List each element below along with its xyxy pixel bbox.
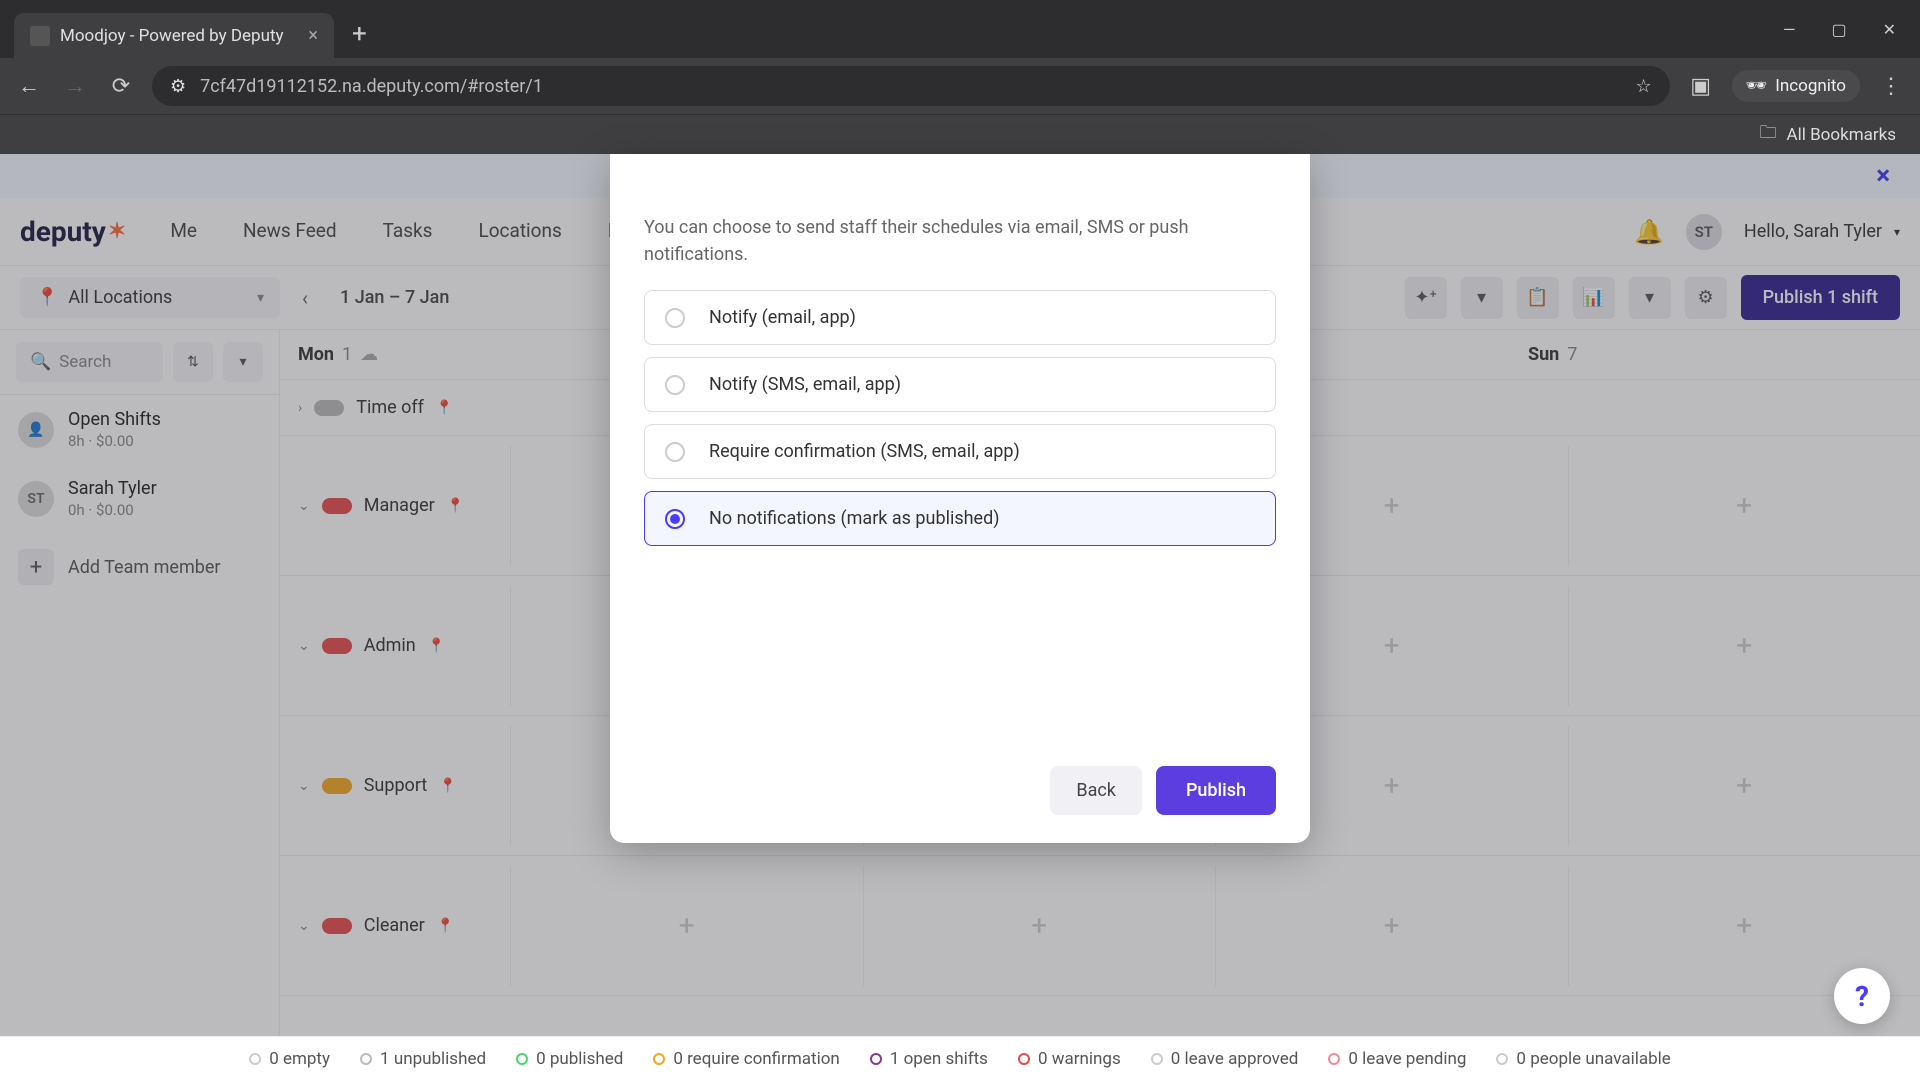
option-label: Require confirmation (SMS, email, app) bbox=[709, 441, 1020, 462]
tab-favicon bbox=[30, 26, 50, 46]
browser-menu-icon[interactable]: ⋮ bbox=[1876, 74, 1906, 99]
back-button[interactable]: Back bbox=[1050, 766, 1142, 815]
browser-tab-strip: Moodjoy - Powered by Deputy × + — ▢ ✕ bbox=[0, 0, 1920, 58]
status-item: 1 open shifts bbox=[870, 1049, 988, 1069]
incognito-label: Incognito bbox=[1775, 76, 1846, 96]
notification-option[interactable]: No notifications (mark as published) bbox=[644, 491, 1276, 546]
window-controls: — ▢ ✕ bbox=[1783, 20, 1920, 39]
forward-icon: → bbox=[60, 73, 90, 99]
status-dot-icon bbox=[360, 1053, 372, 1065]
app-container: 8 days remaining of your Premium Plan tr… bbox=[0, 154, 1920, 1080]
status-item: 0 leave pending bbox=[1328, 1049, 1466, 1069]
status-footer: 0 empty 1 unpublished 0 published 0 require… bbox=[0, 1036, 1920, 1080]
radio-unchecked-icon bbox=[665, 375, 685, 395]
maximize-icon[interactable]: ▢ bbox=[1831, 20, 1846, 39]
bookmarks-folder-icon[interactable]: 🗀 bbox=[1760, 120, 1777, 149]
close-tab-icon[interactable]: × bbox=[308, 25, 318, 46]
status-dot-icon bbox=[1328, 1053, 1340, 1065]
modal-description: You can choose to send staff their sched… bbox=[644, 214, 1276, 268]
status-item: 0 people unavailable bbox=[1496, 1049, 1670, 1069]
back-icon[interactable]: ← bbox=[14, 73, 44, 99]
publish-button[interactable]: Publish bbox=[1156, 766, 1276, 815]
notification-option[interactable]: Notify (SMS, email, app) bbox=[644, 357, 1276, 412]
notify-staff-modal: You can choose to send staff their sched… bbox=[610, 154, 1310, 843]
status-dot-icon bbox=[870, 1053, 882, 1065]
tab-title: Moodjoy - Powered by Deputy bbox=[60, 26, 284, 46]
help-fab-icon[interactable]: ? bbox=[1834, 968, 1890, 1024]
bookmark-star-icon[interactable]: ☆ bbox=[1636, 76, 1652, 97]
status-item: 0 require confirmation bbox=[653, 1049, 840, 1069]
status-item: 1 unpublished bbox=[360, 1049, 486, 1069]
status-dot-icon bbox=[1018, 1053, 1030, 1065]
close-window-icon[interactable]: ✕ bbox=[1883, 20, 1896, 39]
option-label: Notify (SMS, email, app) bbox=[709, 374, 901, 395]
incognito-chip[interactable]: 🕶 Incognito bbox=[1732, 70, 1860, 102]
new-tab-button[interactable]: + bbox=[352, 19, 367, 49]
browser-toolbar: ← → ⟳ ⚙ 7cf47d19112152.na.deputy.com/#ro… bbox=[0, 58, 1920, 114]
notification-option[interactable]: Notify (email, app) bbox=[644, 290, 1276, 345]
all-bookmarks-link[interactable]: All Bookmarks bbox=[1787, 125, 1896, 145]
radio-unchecked-icon bbox=[665, 442, 685, 462]
radio-unchecked-icon bbox=[665, 308, 685, 328]
incognito-icon: 🕶 bbox=[1746, 76, 1768, 96]
site-settings-icon[interactable]: ⚙ bbox=[170, 76, 186, 97]
status-dot-icon bbox=[1496, 1053, 1508, 1065]
radio-checked-icon bbox=[665, 509, 685, 529]
notification-option[interactable]: Require confirmation (SMS, email, app) bbox=[644, 424, 1276, 479]
browser-tab[interactable]: Moodjoy - Powered by Deputy × bbox=[14, 13, 334, 58]
status-dot-icon bbox=[1151, 1053, 1163, 1065]
extensions-icon[interactable]: ▣ bbox=[1686, 74, 1716, 99]
status-item: 0 leave approved bbox=[1151, 1049, 1299, 1069]
url-text: 7cf47d19112152.na.deputy.com/#roster/1 bbox=[200, 76, 543, 97]
minimize-icon[interactable]: — bbox=[1783, 20, 1796, 39]
option-label: Notify (email, app) bbox=[709, 307, 856, 328]
status-item: 0 empty bbox=[249, 1049, 330, 1069]
status-dot-icon bbox=[249, 1053, 261, 1065]
status-dot-icon bbox=[653, 1053, 665, 1065]
reload-icon[interactable]: ⟳ bbox=[106, 74, 136, 99]
url-bar[interactable]: ⚙ 7cf47d19112152.na.deputy.com/#roster/1… bbox=[152, 66, 1670, 106]
status-item: 0 published bbox=[516, 1049, 623, 1069]
status-dot-icon bbox=[516, 1053, 528, 1065]
status-item: 0 warnings bbox=[1018, 1049, 1121, 1069]
option-label: No notifications (mark as published) bbox=[709, 508, 1000, 529]
bookmarks-bar: 🗀 All Bookmarks bbox=[0, 114, 1920, 154]
